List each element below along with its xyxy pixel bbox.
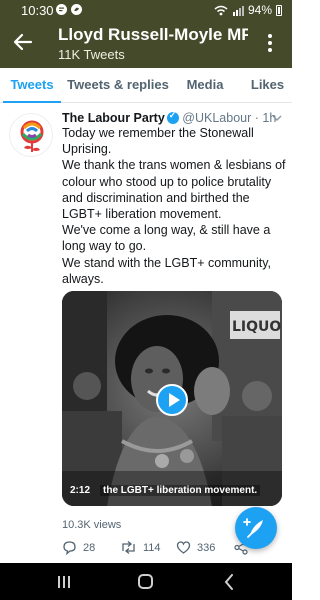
- meta-separator: ·: [254, 111, 259, 125]
- video-duration: 2:12: [70, 485, 91, 496]
- reply-button[interactable]: 28: [62, 540, 95, 555]
- tweet-meta: The Labour Party @UKLabour · 1h: [62, 110, 292, 125]
- retweet-count: 114: [143, 541, 161, 554]
- compose-feather-icon: [243, 518, 263, 538]
- tweet-video[interactable]: LIQUORS 2:12: [62, 291, 282, 506]
- recent-apps-icon[interactable]: [57, 575, 71, 589]
- like-button[interactable]: 336: [176, 540, 215, 555]
- tweet-line: We've come a long way, & still have a lo…: [62, 223, 271, 254]
- android-nav-bar: [0, 563, 292, 600]
- profile-title-block: Lloyd Russell-Moyle MP... 11K Tweets: [58, 25, 248, 62]
- compose-tweet-button[interactable]: [235, 507, 277, 549]
- message-icon: [56, 4, 67, 15]
- tab-tweets[interactable]: Tweets: [3, 68, 61, 103]
- tab-likes[interactable]: Likes: [245, 68, 290, 102]
- tweet-text: Today we remember the Stonewall Uprising…: [62, 125, 288, 287]
- home-icon[interactable]: [138, 574, 153, 589]
- tweet-count: 11K Tweets: [58, 47, 125, 62]
- back-arrow-icon[interactable]: [10, 29, 36, 55]
- status-bar: 10:30 94%: [0, 0, 292, 22]
- more-options-icon[interactable]: [262, 31, 278, 55]
- profile-header-bar: 10:30 94% Lloyd Russell-Moyle MP... 11K …: [0, 0, 292, 68]
- tab-media[interactable]: Media: [175, 68, 235, 102]
- retweet-button[interactable]: 114: [120, 540, 161, 555]
- avatar[interactable]: [9, 113, 53, 157]
- signal-icon: [232, 5, 244, 16]
- profile-tabs: Tweets Tweets & replies Media Likes: [0, 68, 292, 103]
- author-name[interactable]: The Labour Party: [62, 111, 165, 125]
- tweet-card[interactable]: The Labour Party @UKLabour · 1h Today we…: [0, 103, 292, 563]
- reply-count: 28: [83, 541, 96, 554]
- wifi-icon: [214, 5, 228, 15]
- nav-back-icon[interactable]: [224, 574, 234, 590]
- play-button[interactable]: [156, 384, 188, 416]
- like-count: 336: [197, 541, 216, 554]
- reply-icon: [63, 541, 76, 555]
- heart-icon: [176, 541, 191, 554]
- status-right: 94%: [214, 3, 282, 17]
- tab-tweets-replies[interactable]: Tweets & replies: [63, 68, 173, 102]
- retweet-icon: [122, 541, 135, 554]
- status-time: 10:30: [21, 3, 54, 18]
- view-count: 10.3K views: [62, 519, 122, 531]
- verified-badge-icon: [166, 110, 179, 124]
- tweet-line: We stand with the LGBT+ community, alway…: [62, 255, 271, 286]
- video-sign-text: LIQUORS: [232, 319, 282, 335]
- twitter-profile-screen: 10:30 94% Lloyd Russell-Moyle MP... 11K …: [0, 0, 292, 600]
- profile-name: Lloyd Russell-Moyle MP...: [58, 25, 248, 44]
- chevron-down-icon[interactable]: [272, 113, 282, 123]
- tweet-line: Today we remember the Stonewall Uprising…: [62, 126, 254, 157]
- labour-rose-logo: [20, 120, 44, 152]
- tweet-line: We thank the trans women & lesbians of c…: [62, 158, 286, 222]
- twitter-icon: [71, 4, 82, 15]
- video-caption: the LGBT+ liberation movement.: [100, 485, 261, 496]
- battery-percent: 94%: [247, 3, 272, 17]
- author-handle[interactable]: @UKLabour: [182, 111, 251, 125]
- battery-icon: [276, 4, 282, 16]
